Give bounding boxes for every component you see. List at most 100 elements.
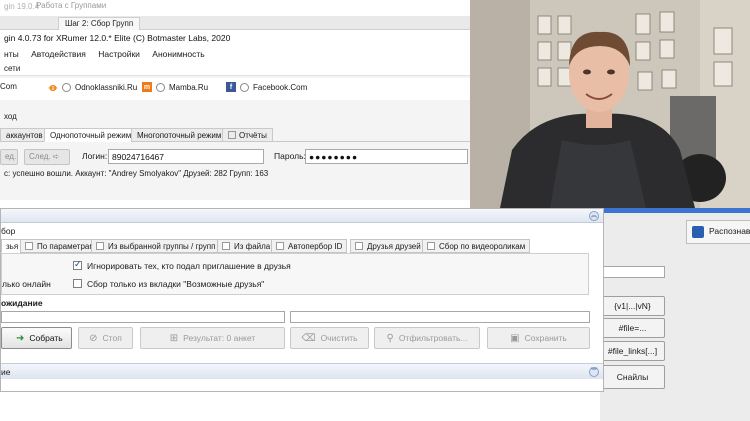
save-button-label: Сохранить [524,333,567,343]
recognize-button[interactable]: Распознава [686,220,750,244]
version-line: gin 4.0.73 for XRumer 12.0.* Elite (C) B… [0,30,470,46]
footer-label: ие [1,367,11,377]
background-app-window: gin 19.0.4 Работа с Группами Шаг 2: Сбор… [0,0,470,200]
menu-item-accounts[interactable]: нты [4,49,19,59]
possible-friends-checkbox[interactable] [73,279,82,288]
tab-friends-of-friends-label: Друзья друзей [367,241,421,251]
tab-accounts[interactable]: аккаунтов [0,128,49,142]
filter-button-label: Отфильтровать... [398,333,468,343]
tab-from-group-label: Из выбранной группы / групп [108,241,216,251]
menu-item-anonymity[interactable]: Анонимность [152,49,204,59]
next-arrow-icon: ➪ [52,152,60,161]
tab-auto-id[interactable]: Автопербор ID [271,239,348,253]
tab-auto-id-label: Автопербор ID [288,241,343,251]
friends-collection-dialog: ︽ бор зья По параметрам Из выбранной гру… [0,208,604,392]
tab-by-videos-icon [427,242,435,250]
mamba-icon: m [142,82,152,92]
tab-by-params[interactable]: По параметрам [20,239,100,253]
menu-item-autoactions[interactable]: Автодействия [31,49,86,59]
mode-tabs: аккаунтов Однопоточный режим Многопоточн… [0,126,470,142]
recognize-label: Распознава [709,226,750,236]
social-option-facebook[interactable]: f Facebook.Com [226,82,307,92]
wait-input-right[interactable] [290,311,590,323]
collapse-up-icon[interactable]: ︽ [589,211,599,221]
collect-button-label: Собрать [29,333,63,343]
options-box: Игнорировать тех, кто подал приглашение … [1,253,589,295]
window-title-bar: gin 19.0.4 Работа с Группами [0,0,470,16]
social-label-facebook: Facebook.Com [253,82,308,92]
possible-friends-label: Сбор только из вкладки "Возможные друзья… [87,279,265,289]
next-button[interactable]: След. ➪ [24,149,70,165]
collect-arrow-icon: ➜ [16,332,25,344]
tab-reports[interactable]: Отчёты [222,128,273,142]
tab-step-2[interactable]: Шаг 2: Сбор Групп [58,17,141,30]
radio-odnoklassniki[interactable] [62,82,71,92]
tab-single-thread[interactable]: Однопоточный режим [44,128,138,142]
dialog-footer: ие ︾ [1,363,603,379]
filter-button[interactable]: ⚲ Отфильтровать... [374,327,480,349]
tab-multi-thread[interactable]: Многопоточный режим [131,128,228,142]
wait-input-left[interactable] [1,311,285,323]
social-option-odnoklassniki[interactable]: ꝋ Odnoklassniki.Ru [48,82,138,94]
section-networks-label: сети [0,62,470,76]
login-section-label: ход [4,112,17,121]
password-label: Пароль: [274,151,306,161]
menu-bar: нты Автодействия Настройки Анонимность [0,46,470,62]
menu-item-settings[interactable]: Настройки [98,49,140,59]
step-tabstrip: Шаг 2: Сбор Групп [0,16,470,30]
tab-friends-of-friends[interactable]: Друзья друзей [350,239,426,253]
stop-icon: ⊘ [89,332,98,344]
prev-button[interactable]: ед. [0,149,18,165]
tab-reports-label: Отчёты [239,131,267,140]
online-only-label: лько онлайн [2,279,51,289]
save-button[interactable]: ▣ Сохранить [487,327,590,349]
tab-from-group[interactable]: Из выбранной группы / групп [91,239,221,253]
webcam-video [470,0,750,208]
login-input[interactable]: 89024716467 [108,149,264,164]
tab-by-videos-label: Сбор по видеороликам [439,241,526,251]
facebook-icon: f [226,82,236,92]
stop-button[interactable]: ⊘ Стоп [78,327,133,349]
social-option-com[interactable]: Com [0,82,17,91]
dialog-header: ︽ [1,209,603,223]
macro-file-links-button[interactable]: #file_links[...] [600,341,665,361]
result-button[interactable]: ⊞ Результат: 0 анкет [140,327,285,349]
clear-button[interactable]: ⌫ Очистить [290,327,369,349]
result-button-label: Результат: 0 анкет [183,333,256,343]
collapse-down-icon[interactable]: ︾ [589,367,599,377]
dialog-section-label: бор [1,226,16,236]
radio-mamba[interactable] [156,82,165,92]
stop-button-label: Стоп [102,333,122,343]
password-input[interactable]: ●●●●●●●● [305,149,468,164]
macro-v1-button[interactable]: {v1|...|vN} [600,296,665,316]
filter-icon: ⚲ [386,332,394,344]
clear-button-label: Очистить [320,333,358,343]
recognize-icon [692,226,704,238]
window-title: Работа с Группами [36,1,107,10]
radio-facebook[interactable] [240,82,249,92]
tab-by-params-label: По параметрам [37,241,95,251]
social-option-mamba[interactable]: m Mamba.Ru [142,82,208,92]
ignore-invited-checkbox[interactable] [73,259,82,270]
save-icon: ▣ [510,332,520,344]
social-label-com: Com [0,82,17,91]
tab-from-file-icon [222,242,230,250]
social-network-selector: Com ꝋ Odnoklassniki.Ru m Mamba.Ru f Face… [0,78,470,100]
tab-from-file[interactable]: Из файла [217,239,276,253]
tab-from-group-icon [96,242,104,250]
result-icon: ⊞ [169,332,179,344]
login-row: ед. След. ➪ Логин: 89024716467 Пароль: ●… [0,146,470,166]
social-label-odnoklassniki: Odnoklassniki.Ru [75,82,138,92]
tab-from-file-label: Из файла [234,241,271,251]
next-button-label: След. [29,152,51,161]
tab-auto-id-icon [276,242,284,250]
macro-file-button[interactable]: #file=... [600,318,665,338]
login-label: Логин: [82,151,108,161]
status-line: с: успешно вошли. Аккаунт: "Andrey Smoly… [4,169,269,178]
collect-button[interactable]: ➜ Собрать [1,327,72,349]
right-input-field[interactable] [600,266,665,278]
tab-by-videos[interactable]: Сбор по видеороликам [422,239,531,253]
collection-source-tabs: зья По параметрам Из выбранной группы / … [1,239,601,253]
files-button[interactable]: Снайлы [600,365,665,389]
webcam-overlay [470,0,750,208]
